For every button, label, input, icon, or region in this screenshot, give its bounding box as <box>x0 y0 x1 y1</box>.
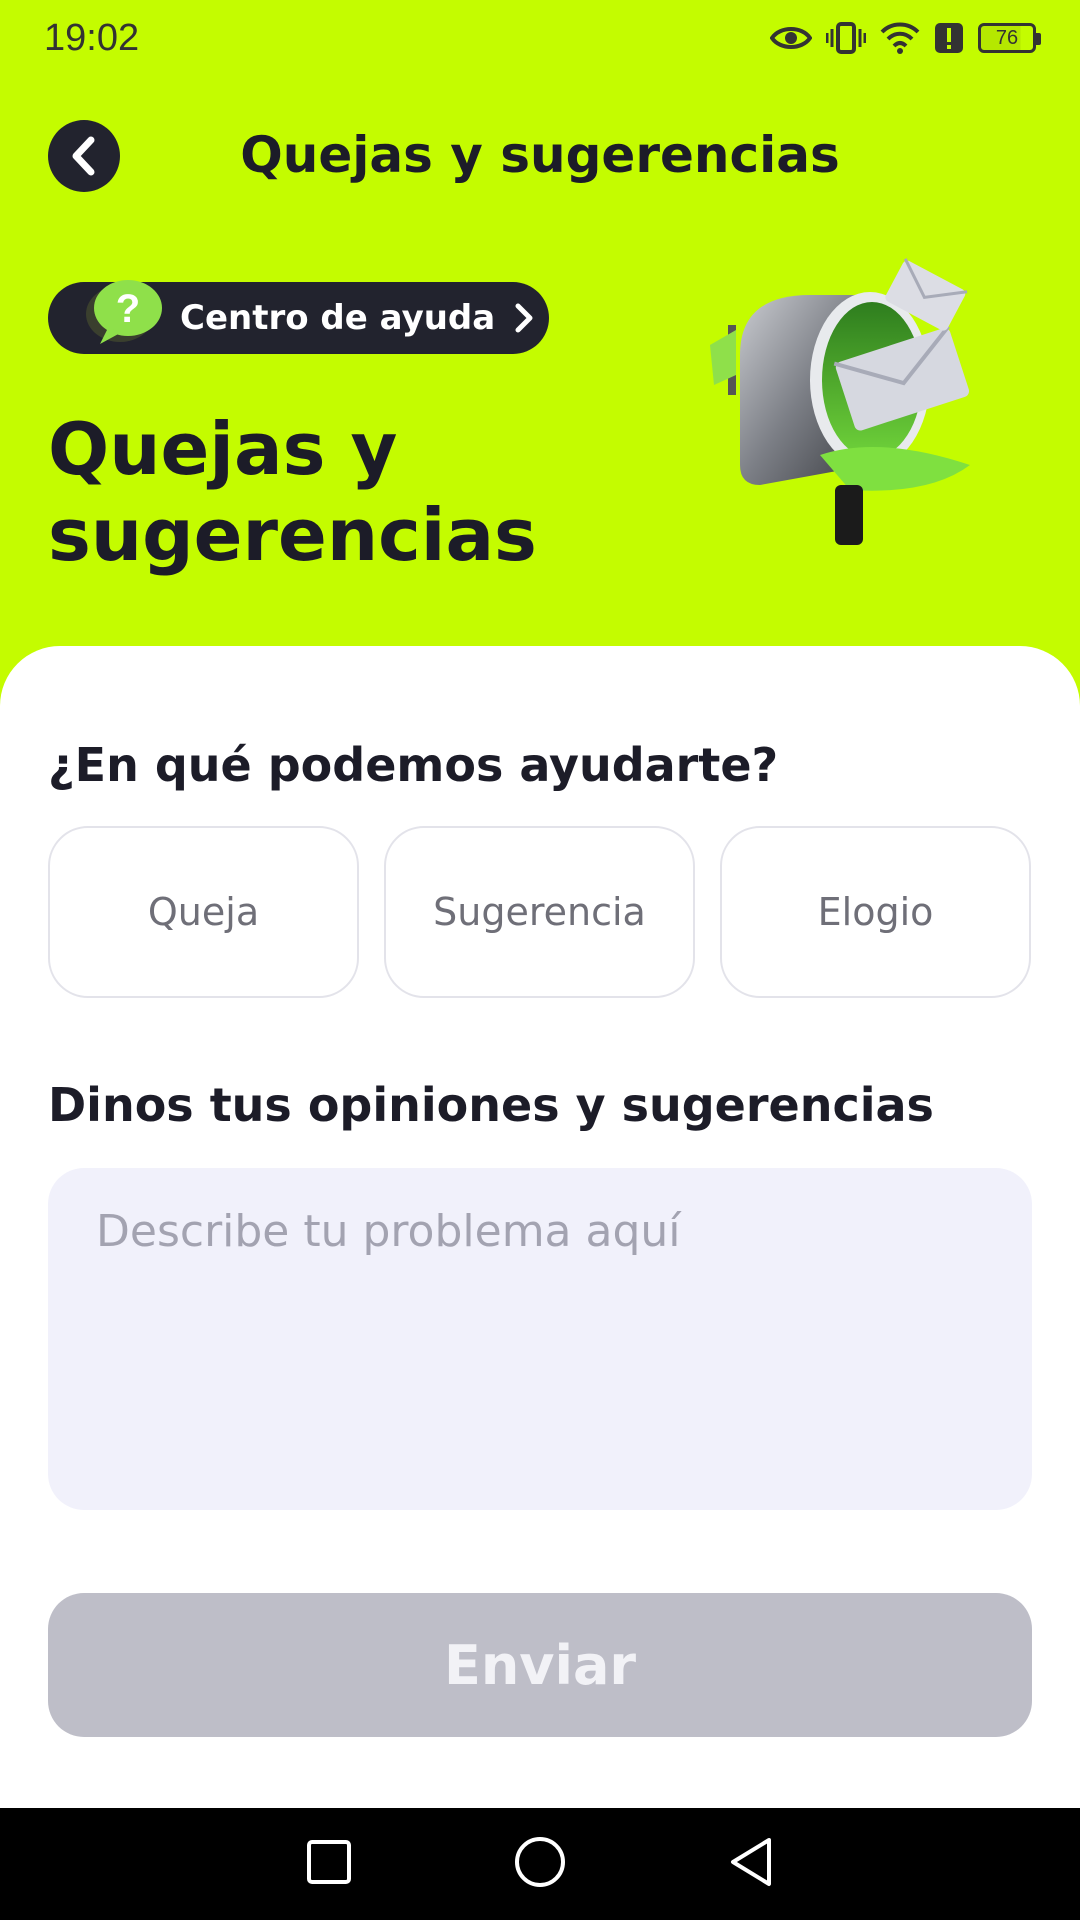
battery-icon: 76 <box>978 23 1041 53</box>
option-elogio[interactable]: Elogio <box>720 826 1031 998</box>
question-bubble-icon: ? <box>86 280 162 344</box>
hero-title-line2: sugerencias <box>48 493 537 577</box>
chevron-right-icon <box>515 303 533 333</box>
system-nav-bar <box>0 1808 1080 1920</box>
status-bar: 19:02 76 <box>0 0 1080 76</box>
opinions-label: Dinos tus opiniones y sugerencias <box>48 1078 934 1132</box>
submit-button[interactable]: Enviar <box>48 1593 1032 1737</box>
nav-back-button[interactable] <box>727 1836 775 1892</box>
battery-level: 76 <box>995 26 1019 49</box>
page-title: Quejas y sugerencias <box>240 126 840 184</box>
vibrate-icon <box>826 22 866 54</box>
status-icons: 76 <box>770 21 1041 55</box>
eye-icon <box>770 27 812 49</box>
recent-apps-icon <box>307 1840 351 1884</box>
help-center-button[interactable]: ? Centro de ayuda <box>48 280 549 354</box>
svg-text:?: ? <box>116 287 140 331</box>
option-queja[interactable]: Queja <box>48 826 359 998</box>
help-question-label: ¿En qué podemos ayudarte? <box>48 738 779 792</box>
status-time: 19:02 <box>44 16 140 59</box>
option-sugerencia[interactable]: Sugerencia <box>384 826 695 998</box>
alert-icon <box>935 23 963 53</box>
hero-title-line1: Quejas y <box>48 407 398 491</box>
recent-apps-button[interactable] <box>305 1838 353 1890</box>
feedback-card: ¿En qué podemos ayudarte? Queja Sugerenc… <box>0 646 1080 1808</box>
wifi-icon <box>880 22 920 54</box>
hero-title: Quejas y sugerencias <box>48 406 608 578</box>
back-icon <box>731 1838 771 1886</box>
mailbox-illustration <box>710 258 970 545</box>
help-center-label: Centro de ayuda <box>180 298 496 338</box>
problem-description-input[interactable] <box>48 1168 1032 1510</box>
home-button[interactable] <box>513 1835 567 1893</box>
home-icon <box>515 1837 565 1887</box>
